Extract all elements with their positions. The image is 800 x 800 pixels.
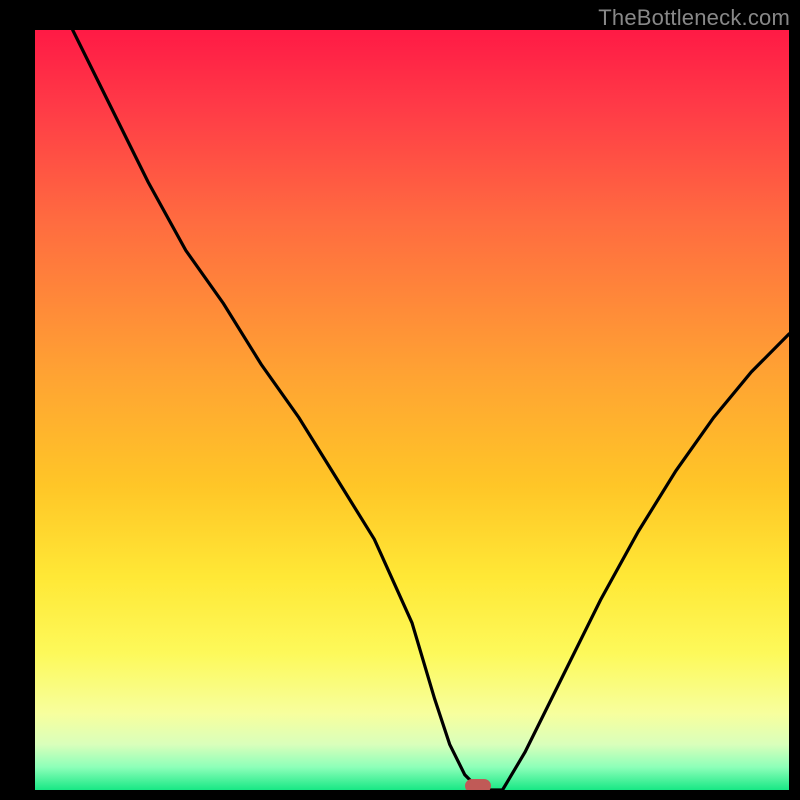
bottleneck-chart xyxy=(35,30,789,790)
optimum-marker xyxy=(465,779,491,790)
watermark-text: TheBottleneck.com xyxy=(598,5,790,31)
gradient-background xyxy=(35,30,789,790)
chart-frame: TheBottleneck.com xyxy=(0,0,800,800)
